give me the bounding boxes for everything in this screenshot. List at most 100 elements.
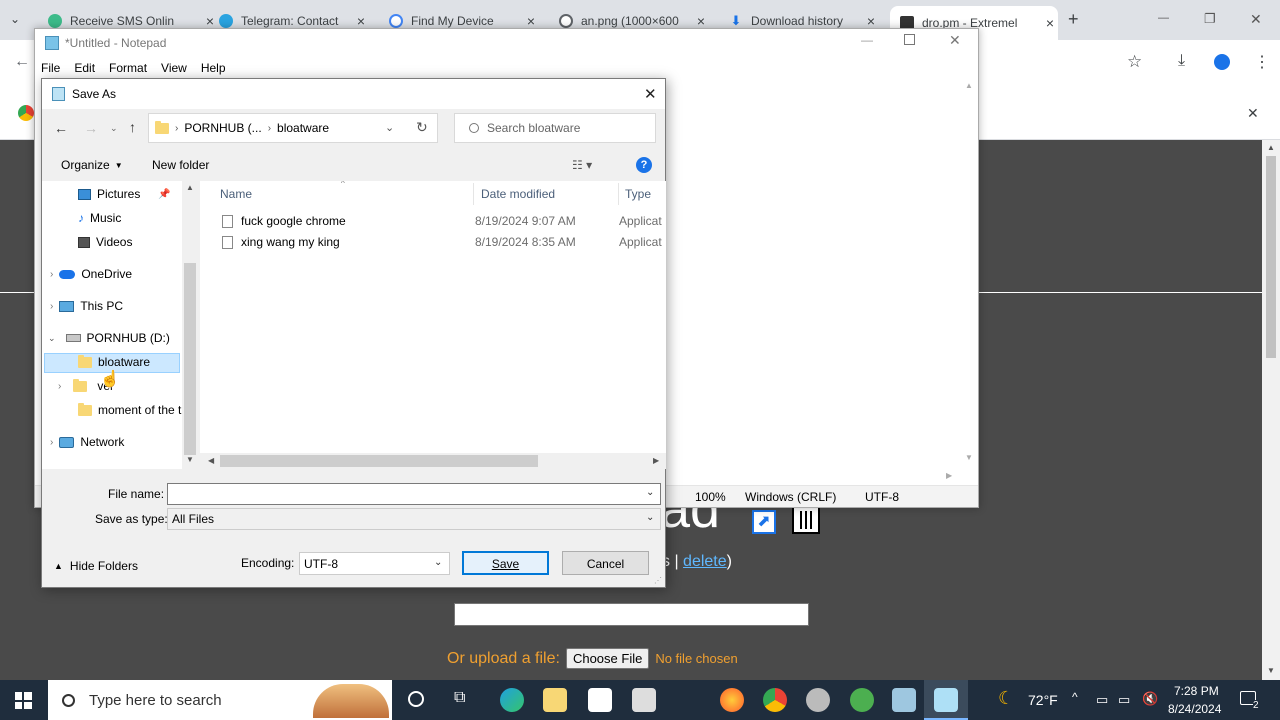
expand-chevron-icon[interactable]: › bbox=[50, 269, 53, 280]
notepad-scroll-down-icon[interactable]: ▼ bbox=[965, 453, 973, 462]
resize-grip-icon[interactable]: ⋰ bbox=[654, 576, 662, 585]
hide-folders-button[interactable]: ▲ Hide Folders bbox=[54, 559, 138, 573]
expand-chevron-icon[interactable]: › bbox=[50, 437, 53, 448]
dropdown-chevron-icon[interactable]: ⌄ bbox=[646, 487, 654, 498]
column-header-date[interactable]: Date modified bbox=[475, 183, 619, 205]
tab-close-icon[interactable]: × bbox=[693, 13, 709, 29]
column-header-type[interactable]: Type bbox=[620, 183, 666, 205]
dropdown-chevron-icon[interactable]: ⌄ bbox=[434, 557, 442, 568]
page-scrollbar[interactable]: ▲ ▼ bbox=[1262, 140, 1280, 680]
recent-locations-icon[interactable]: ⌄ bbox=[110, 123, 118, 134]
clock-date[interactable]: 8/24/2024 bbox=[1168, 702, 1221, 716]
expand-chevron-icon[interactable]: › bbox=[50, 301, 53, 312]
menu-help[interactable]: Help bbox=[201, 61, 226, 75]
back-arrow-icon[interactable]: ← bbox=[14, 53, 30, 71]
tree-item-network[interactable]: › Network bbox=[50, 435, 124, 449]
notepad-vscrollbar[interactable]: ▲ ▼ bbox=[961, 79, 978, 467]
downloads-icon[interactable]: ⤓ bbox=[1178, 52, 1185, 70]
notepad-taskbar-active[interactable] bbox=[924, 680, 968, 720]
dialog-close-button[interactable]: ✕ bbox=[644, 85, 657, 103]
tree-item-drive[interactable]: ⌄ PORNHUB (D:) bbox=[48, 331, 170, 345]
menu-view[interactable]: View bbox=[161, 61, 187, 75]
notepad-close-button[interactable]: ✕ bbox=[949, 32, 961, 49]
cancel-button[interactable]: Cancel bbox=[562, 551, 649, 575]
search-box[interactable]: Search bloatware bbox=[454, 113, 656, 143]
profile-avatar-icon[interactable] bbox=[1214, 54, 1230, 70]
mail-icon[interactable] bbox=[632, 688, 656, 712]
window-close-button[interactable]: ✕ bbox=[1250, 11, 1262, 28]
delete-link[interactable]: delete bbox=[683, 553, 727, 570]
network-tray-icon[interactable]: ▭ bbox=[1118, 692, 1130, 708]
scroll-down-icon[interactable]: ▼ bbox=[1267, 666, 1275, 675]
window-minimize-button[interactable]: — bbox=[1158, 12, 1169, 24]
view-options-icon[interactable]: ☷ ▾ bbox=[572, 158, 592, 172]
tab-search-icon[interactable]: ⌄ bbox=[10, 12, 20, 26]
breadcrumb-folder[interactable]: bloatware bbox=[277, 121, 329, 135]
scroll-up-icon[interactable]: ▲ bbox=[1267, 143, 1275, 152]
tree-item-pictures[interactable]: Pictures 📌 bbox=[78, 187, 171, 201]
task-view-icon[interactable]: ⧉ bbox=[454, 689, 465, 707]
choose-file-button[interactable]: Choose File bbox=[565, 648, 650, 669]
microsoft-store-icon[interactable] bbox=[588, 688, 612, 712]
up-arrow-icon[interactable]: ↑ bbox=[129, 119, 136, 135]
tree-scrollbar[interactable]: ▲ ▼ bbox=[182, 181, 198, 469]
notepad-maximize-button[interactable] bbox=[904, 34, 915, 45]
window-restore-button[interactable]: ❐ bbox=[1204, 11, 1216, 27]
tab-close-icon[interactable]: × bbox=[353, 13, 369, 29]
file-name-input[interactable]: ⌄ bbox=[167, 483, 661, 505]
tree-item-music[interactable]: ♪ Music bbox=[78, 211, 121, 225]
external-link-icon[interactable]: ⬈ bbox=[752, 510, 776, 534]
paint-app-icon[interactable] bbox=[892, 688, 916, 712]
tree-item-onedrive[interactable]: › OneDrive bbox=[50, 267, 132, 281]
collapse-chevron-icon[interactable]: ⌄ bbox=[48, 333, 56, 344]
new-tab-button[interactable]: + bbox=[1068, 9, 1079, 30]
back-arrow-icon[interactable]: ← bbox=[54, 120, 68, 136]
notepad-hscroll-right-icon[interactable]: ▶ bbox=[946, 471, 952, 480]
clock-time[interactable]: 7:28 PM bbox=[1174, 684, 1219, 698]
cortana-icon[interactable] bbox=[408, 691, 424, 707]
tab-close-icon[interactable]: × bbox=[863, 13, 879, 29]
bookmark-star-icon[interactable]: ☆ bbox=[1127, 52, 1142, 72]
tree-scroll-thumb[interactable] bbox=[184, 263, 196, 455]
file-row[interactable]: fuck google chrome 8/19/2024 9:07 AM App… bbox=[222, 214, 666, 228]
edge-icon[interactable] bbox=[500, 688, 524, 712]
tree-scroll-up-icon[interactable]: ▲ bbox=[186, 183, 194, 192]
address-dropdown-icon[interactable]: ⌄ bbox=[385, 121, 394, 134]
notepad-minimize-button[interactable]: — bbox=[861, 33, 873, 47]
firefox-icon[interactable] bbox=[720, 688, 744, 712]
tab-close-icon[interactable]: × bbox=[202, 13, 218, 29]
qr-code-icon[interactable] bbox=[792, 506, 820, 534]
tree-item-moment[interactable]: moment of the t bbox=[78, 402, 181, 417]
column-header-name[interactable]: Name bbox=[200, 183, 474, 205]
help-button[interactable]: ? bbox=[636, 157, 652, 173]
refresh-icon[interactable]: ↻ bbox=[416, 119, 428, 136]
chrome-icon[interactable] bbox=[763, 688, 787, 712]
encoding-select[interactable]: UTF-8 ⌄ bbox=[299, 552, 450, 575]
notepad-scroll-up-icon[interactable]: ▲ bbox=[965, 81, 973, 90]
file-hscrollbar[interactable]: ◀ ▶ bbox=[200, 453, 666, 469]
file-explorer-icon[interactable] bbox=[543, 688, 567, 712]
file-row[interactable]: xing wang my king 8/19/2024 8:35 AM Appl… bbox=[222, 235, 666, 249]
menu-file[interactable]: File bbox=[41, 61, 60, 75]
taskbar-search-box[interactable]: Type here to search bbox=[48, 680, 392, 720]
save-button[interactable]: Save bbox=[462, 551, 549, 575]
tree-scroll-down-icon[interactable]: ▼ bbox=[186, 455, 194, 464]
green-app-icon[interactable] bbox=[850, 688, 874, 712]
new-folder-button[interactable]: New folder bbox=[152, 158, 209, 172]
address-bar[interactable]: › PORNHUB (... › bloatware ⌄ ↻ bbox=[148, 113, 438, 143]
app-icon[interactable] bbox=[806, 688, 830, 712]
dropdown-chevron-icon[interactable]: ⌄ bbox=[646, 512, 654, 523]
weather-temp[interactable]: 72°F bbox=[1028, 692, 1058, 708]
tray-expand-icon[interactable]: ^ bbox=[1072, 690, 1078, 704]
chrome-menu-icon[interactable]: ⋮ bbox=[1254, 52, 1270, 72]
breadcrumb-drive[interactable]: PORNHUB (... bbox=[184, 121, 261, 135]
expand-chevron-icon[interactable]: › bbox=[58, 381, 61, 392]
tab-close-icon[interactable]: × bbox=[1042, 15, 1058, 31]
save-as-type-select[interactable]: All Files ⌄ bbox=[167, 508, 661, 530]
volume-muted-icon[interactable]: 🔇 bbox=[1142, 691, 1158, 707]
hscroll-left-icon[interactable]: ◀ bbox=[208, 456, 214, 465]
banner-close-button[interactable]: ✕ bbox=[1247, 105, 1259, 122]
windows-start-icon[interactable] bbox=[15, 692, 32, 709]
organize-menu[interactable]: Organize ▼ bbox=[61, 158, 123, 172]
forward-arrow-icon[interactable]: → bbox=[84, 120, 98, 136]
